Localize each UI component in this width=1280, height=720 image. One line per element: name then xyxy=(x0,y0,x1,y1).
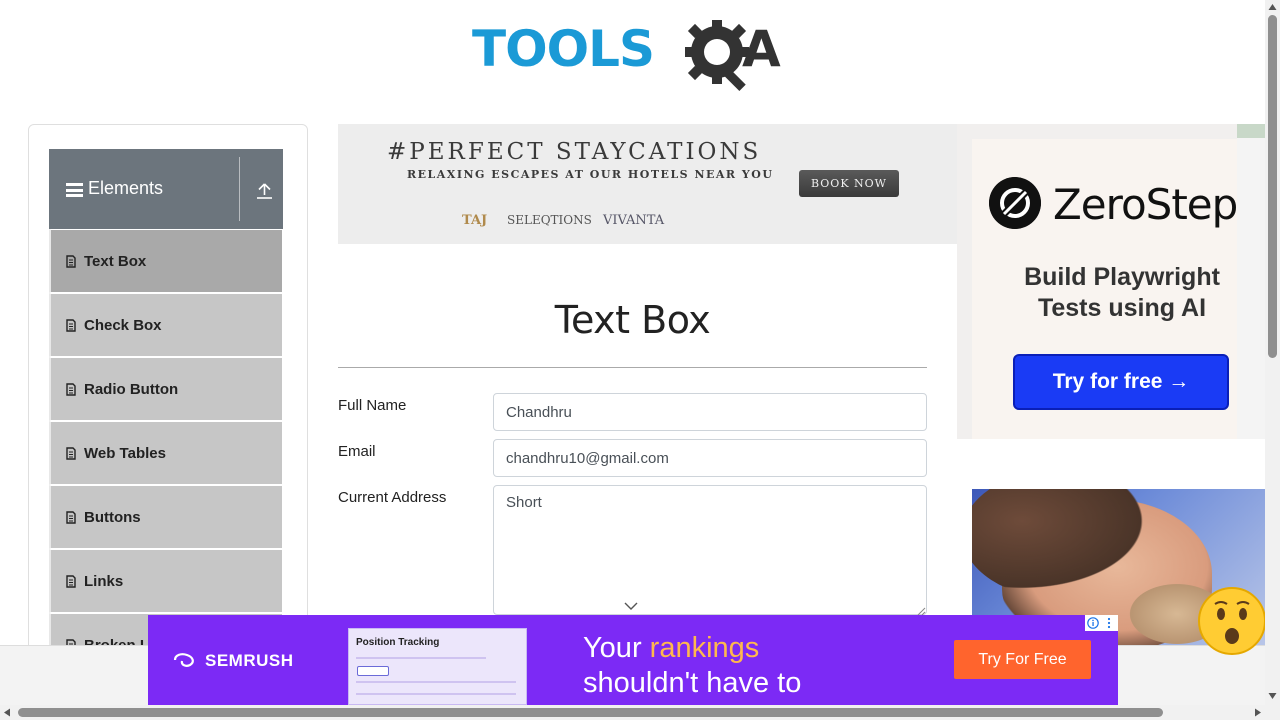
sidebar-item-label: Buttons xyxy=(84,509,141,526)
brand-taj: TAJ xyxy=(462,213,488,228)
zerostep-logo-icon xyxy=(989,177,1041,229)
scroll-down-icon[interactable] xyxy=(1268,692,1277,700)
sidebar-item-label: Text Box xyxy=(84,253,147,270)
full-name-label: Full Name xyxy=(338,397,407,414)
logo-tools-text: TOOLS xyxy=(472,20,655,78)
semrush-ad[interactable]: SEMRUSH Position Tracking Your rankings … xyxy=(148,615,1118,705)
sidebar-item-web-tables[interactable]: Web Tables xyxy=(49,421,283,485)
upload-icon xyxy=(257,183,272,199)
zerostep-brand: ZeroStep xyxy=(1053,180,1238,229)
document-icon xyxy=(66,255,76,268)
sidebar-item-buttons[interactable]: Buttons xyxy=(49,485,283,549)
sidebar-group-divider xyxy=(239,157,240,221)
info-icon[interactable] xyxy=(1087,617,1099,629)
document-icon xyxy=(66,383,76,396)
current-address-label: Current Address xyxy=(338,489,447,506)
hotel-banner-ad[interactable]: #PERFECT STAYCATIONS RELAXING ESCAPES AT… xyxy=(338,124,957,244)
sidebar-item-text-box[interactable]: Text Box xyxy=(49,229,283,293)
current-address-textarea[interactable]: Short xyxy=(493,485,927,615)
scroll-right-icon[interactable] xyxy=(1254,708,1262,717)
brand-vivanta: VIVANTA xyxy=(603,213,665,228)
sidebar-item-label: Web Tables xyxy=(84,445,166,462)
zerostep-tagline-line-2: Tests using AI xyxy=(1037,294,1207,322)
close-icon[interactable] xyxy=(1103,617,1115,629)
screenshot-row xyxy=(356,681,516,683)
sidebar-item-radio-button[interactable]: Radio Button xyxy=(49,357,283,421)
ad-side-strip xyxy=(1237,124,1265,439)
semrush-logo-icon xyxy=(173,653,194,667)
sidebar-item-label: Check Box xyxy=(84,317,162,334)
semrush-product-screenshot: Position Tracking xyxy=(348,628,527,705)
try-for-free-button[interactable]: Try for free → xyxy=(1013,354,1229,410)
book-now-button[interactable]: BOOK NOW xyxy=(799,170,899,197)
try-for-free-button[interactable]: Try For Free xyxy=(954,640,1091,679)
surprised-emoji-icon xyxy=(1198,587,1266,655)
sidebar-group-elements[interactable]: Elements xyxy=(49,149,283,229)
full-name-input[interactable]: Chandhru xyxy=(493,393,927,431)
screenshot-tab-bar xyxy=(356,657,486,659)
scroll-up-icon[interactable] xyxy=(1268,3,1277,11)
document-icon xyxy=(66,447,76,460)
email-label: Email xyxy=(338,443,376,460)
zerostep-ad[interactable]: ZeroStep Build Playwright Tests using AI… xyxy=(957,124,1265,439)
zerostep-tagline: Build Playwright Tests using AI xyxy=(987,262,1257,324)
logo-a-text: A xyxy=(742,20,781,78)
sidebar-group-title: Elements xyxy=(88,178,164,198)
screenshot-row xyxy=(356,693,516,695)
vertical-scrollbar[interactable] xyxy=(1265,0,1280,705)
sidebar-item-label: Radio Button xyxy=(84,381,179,398)
semrush-copy-highlight: rankings xyxy=(649,632,760,664)
horizontal-scroll-thumb[interactable] xyxy=(18,708,1163,717)
zerostep-tagline-line-1: Build Playwright xyxy=(1024,263,1220,291)
chevron-down-icon[interactable] xyxy=(624,601,638,611)
sidebar-item-label: Links xyxy=(84,573,124,590)
ad-info-controls xyxy=(1085,615,1118,631)
document-icon xyxy=(66,319,76,332)
sidebar-item-links[interactable]: Links xyxy=(49,549,283,613)
document-icon xyxy=(66,511,76,524)
sidebar-menu: Text Box Check Box Radio Button Web Tabl… xyxy=(49,229,283,677)
scroll-left-icon[interactable] xyxy=(3,708,11,717)
document-icon xyxy=(66,575,76,588)
semrush-copy-line-1: Your rankings xyxy=(583,631,801,666)
vertical-scroll-thumb[interactable] xyxy=(1268,15,1277,358)
semrush-copy: Your rankings shouldn't have to xyxy=(583,631,801,701)
email-input[interactable]: chandhru10@gmail.com xyxy=(493,439,927,477)
ad-side-strip-accent xyxy=(1237,124,1265,138)
screenshot-title: Position Tracking xyxy=(356,637,440,648)
page-title: Text Box xyxy=(554,298,711,342)
horizontal-scrollbar[interactable] xyxy=(0,705,1280,720)
sidebar-item-check-box[interactable]: Check Box xyxy=(49,293,283,357)
semrush-copy-line-2: shouldn't have to xyxy=(583,667,802,699)
banner-subline: RELAXING ESCAPES AT OUR HOTELS NEAR YOU xyxy=(407,168,774,181)
page: TOOLS A Elements Text Box Check Box Radi… xyxy=(0,0,1280,720)
title-divider xyxy=(338,367,927,368)
banner-headline: #PERFECT STAYCATIONS xyxy=(387,139,762,165)
semrush-copy-text: Your xyxy=(583,632,650,664)
site-logo[interactable]: TOOLS A xyxy=(472,14,802,94)
semrush-brand: SEMRUSH xyxy=(205,651,294,670)
brand-seleqtions: SELEQTIONS xyxy=(507,213,592,227)
screenshot-pill xyxy=(357,666,389,676)
menu-icon xyxy=(66,183,83,197)
